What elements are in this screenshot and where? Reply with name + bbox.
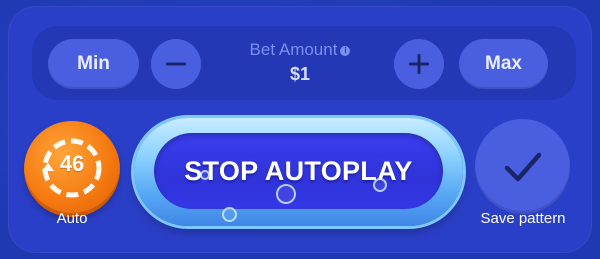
- min-bet-button[interactable]: Min: [48, 39, 139, 89]
- max-bet-label: Max: [485, 53, 522, 74]
- checkmark-icon: [504, 152, 541, 181]
- increase-bet-button[interactable]: [394, 39, 444, 89]
- bubble-decoration: [222, 207, 237, 222]
- bet-amount-value: $1: [289, 64, 311, 84]
- bubble-decoration: [276, 184, 296, 204]
- autoplay-count: 46: [59, 151, 85, 176]
- max-bet-button[interactable]: Max: [459, 39, 548, 89]
- minus-icon: [166, 62, 186, 66]
- info-icon[interactable]: i: [340, 45, 351, 56]
- bubble-decoration: [200, 170, 210, 180]
- plus-icon: [409, 54, 429, 74]
- bubble-decoration: [373, 178, 387, 192]
- bet-amount-label: Bet Amount: [249, 40, 338, 59]
- bet-amount-heading: Bet Amount i: [200, 40, 400, 60]
- auto-label: Auto: [56, 210, 88, 227]
- min-bet-label: Min: [77, 53, 110, 74]
- save-pattern-button[interactable]: [475, 119, 570, 214]
- save-pattern-label: Save pattern: [480, 210, 566, 227]
- stop-autoplay-label: STOP AUTOPLAY: [184, 156, 413, 186]
- decrease-bet-button[interactable]: [151, 39, 201, 89]
